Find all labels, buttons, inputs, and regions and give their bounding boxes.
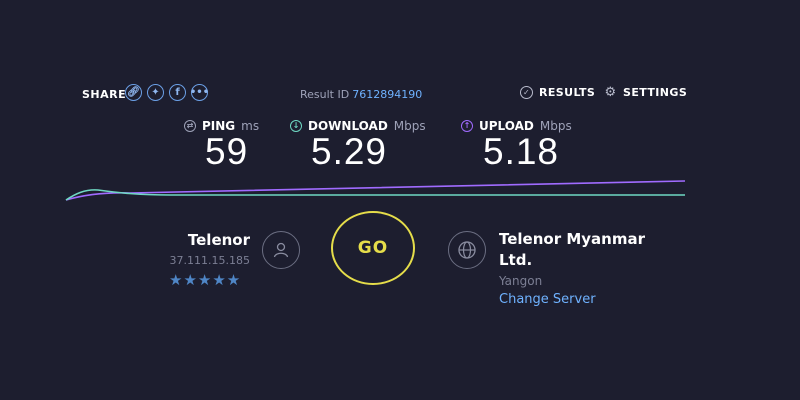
server-name-line2: Ltd. [499, 251, 533, 269]
isp-name: Telenor [187, 231, 250, 249]
upload-icon: ↑ [461, 120, 473, 132]
upload-line [65, 180, 686, 201]
download-unit: Mbps [393, 119, 426, 133]
server-name-line1: Telenor Myanmar [499, 230, 645, 248]
change-server-link[interactable]: Change Server [499, 292, 596, 307]
settings-link[interactable]: ⚙ SETTINGS [604, 85, 688, 100]
download-line [65, 189, 685, 201]
link-icon[interactable]: 🔗︎ [125, 84, 142, 101]
share-icons: 🔗︎ ✦ f ••• [125, 84, 209, 101]
more-icon[interactable]: ••• [190, 84, 209, 101]
download-icon: ↓ [290, 120, 302, 132]
isp-ip: 37.111.15.185 [169, 254, 250, 267]
speed-graph [65, 180, 686, 201]
go-button[interactable]: GO [331, 211, 415, 285]
twitter-icon[interactable]: ✦ [147, 84, 164, 101]
results-link[interactable]: ✓ RESULTS [520, 86, 595, 99]
isp-rating-stars[interactable]: ★★★★★ [169, 271, 241, 289]
ping-value: 59 [205, 131, 249, 172]
user-icon [262, 231, 300, 269]
download-value: 5.29 [311, 131, 388, 172]
result-id-value[interactable]: 7612894190 [352, 88, 422, 101]
upload-value: 5.18 [483, 131, 560, 172]
server-city: Yangon [499, 274, 543, 288]
facebook-icon[interactable]: f [169, 84, 186, 101]
settings-label: SETTINGS [623, 86, 688, 99]
result-id: Result ID 7612894190 [300, 88, 422, 101]
result-id-label: Result ID [300, 88, 350, 101]
ping-icon: ⇄ [184, 120, 196, 132]
results-label: RESULTS [539, 86, 596, 99]
gear-icon: ⚙ [604, 85, 617, 100]
globe-icon [448, 231, 486, 269]
server-name: Telenor Myanmar Ltd. [499, 229, 645, 271]
check-icon: ✓ [520, 86, 533, 99]
share-label: SHARE [82, 88, 127, 101]
